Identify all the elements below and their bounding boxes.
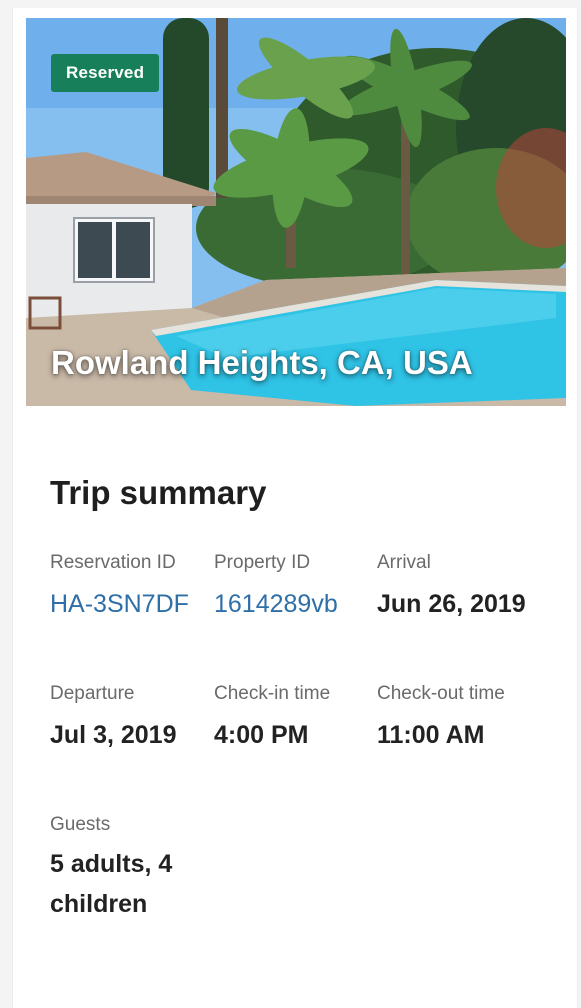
guests-label: Guests	[50, 814, 111, 835]
property-photo[interactable]: Reserved Rowland Heights, CA, USA	[26, 18, 566, 406]
check-in-value: 4:00 PM	[214, 721, 309, 749]
reserved-badge: Reserved	[51, 54, 160, 92]
property-location-title: Rowland Heights, CA, USA	[51, 344, 473, 381]
reservation-id-field: Reservation ID HA-3SN7DF	[50, 552, 189, 622]
arrival-label: Arrival	[377, 552, 431, 573]
check-in-field: Check-in time 4:00 PM	[214, 683, 330, 753]
check-out-value: 11:00 AM	[377, 721, 485, 749]
trip-summary-heading: Trip summary	[50, 474, 267, 511]
departure-label: Departure	[50, 683, 135, 704]
guests-field: Guests 5 adults, 4 children	[50, 814, 200, 924]
guests-value: 5 adults, 4 children	[50, 850, 173, 918]
reservation-id-link[interactable]: HA-3SN7DF	[50, 588, 189, 622]
check-in-label: Check-in time	[214, 683, 331, 704]
departure-value: Jul 3, 2019	[50, 721, 177, 749]
check-out-label: Check-out time	[377, 683, 505, 704]
property-id-label: Property ID	[214, 552, 311, 573]
trip-card: Reserved Rowland Heights, CA, USA Trip s…	[12, 8, 578, 1008]
reservation-id-label: Reservation ID	[50, 552, 176, 573]
check-out-field: Check-out time 11:00 AM	[377, 683, 505, 753]
departure-field: Departure Jul 3, 2019	[50, 683, 176, 753]
arrival-value: Jun 26, 2019	[377, 590, 526, 618]
property-id-field: Property ID 1614289vb	[214, 552, 338, 622]
property-id-link[interactable]: 1614289vb	[214, 588, 338, 622]
arrival-field: Arrival Jun 26, 2019	[377, 552, 526, 622]
